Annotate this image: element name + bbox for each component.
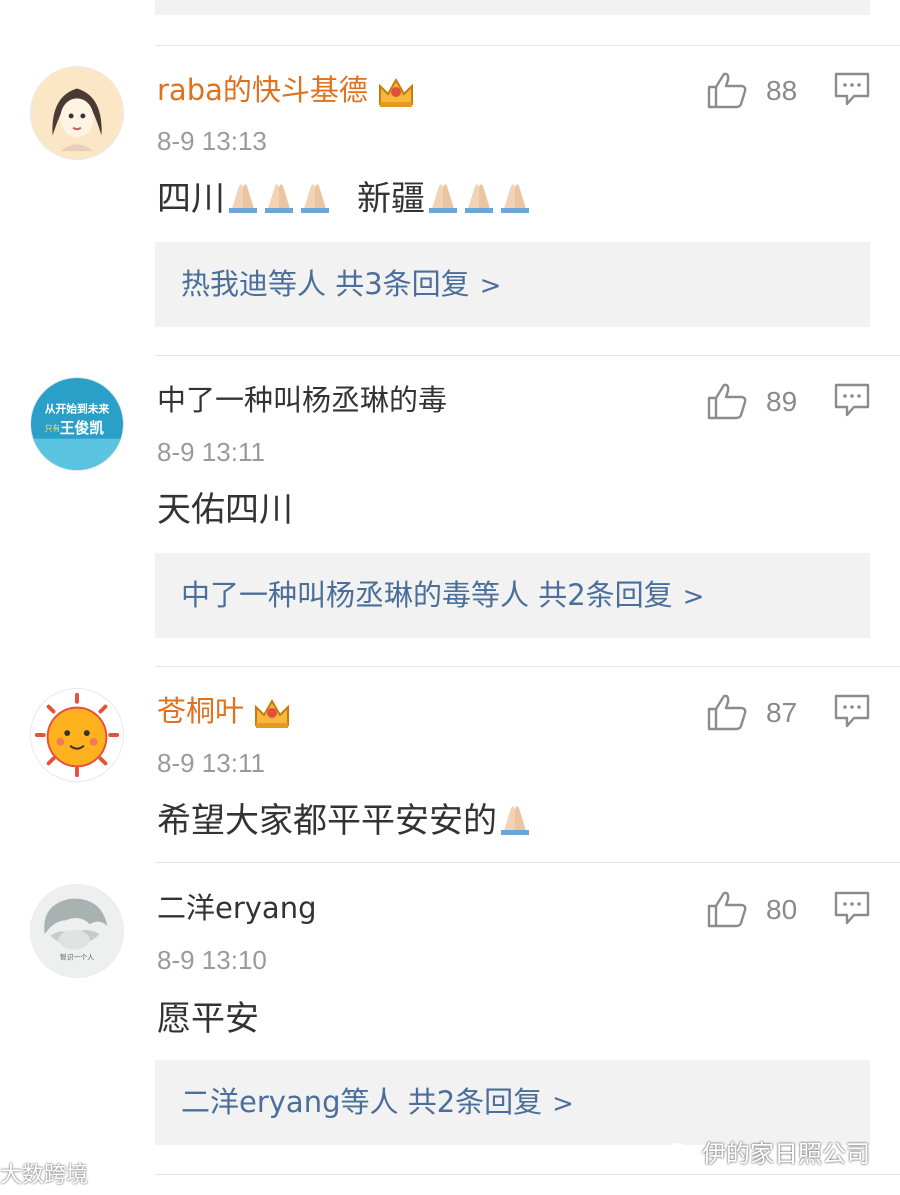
timestamp: 8-9 13:11: [157, 748, 265, 778]
comment-icon[interactable]: [834, 72, 870, 106]
username-text[interactable]: raba的快斗基德: [157, 73, 368, 107]
chevron-right-icon: >: [682, 582, 705, 612]
comment-text: 希望大家都平平安安的: [157, 798, 533, 844]
like-count: 80: [766, 894, 798, 925]
username[interactable]: 中了一种叫杨丞琳的毒: [157, 380, 447, 420]
folded-hands-icon: [461, 178, 497, 214]
avatar[interactable]: 从开始到未来 只有 王俊凯: [30, 377, 124, 471]
svg-text:王俊凯: 王俊凯: [60, 419, 104, 437]
watermark-right: 伊的家日照公司: [666, 1134, 870, 1169]
username[interactable]: 二洋eryang: [157, 888, 317, 928]
comment-icon[interactable]: [834, 383, 870, 417]
comment-icon[interactable]: [834, 891, 870, 925]
avatar[interactable]: 智识一个人: [30, 884, 124, 978]
folded-hands-icon: [497, 800, 533, 836]
divider: [155, 666, 900, 667]
avatar[interactable]: [30, 688, 124, 782]
replies-summary[interactable]: 二洋eryang等人 共2条回复: [181, 1085, 542, 1119]
svg-text:只有: 只有: [45, 423, 61, 433]
chevron-right-icon: >: [479, 271, 502, 301]
wechat-icon: [666, 1143, 695, 1165]
comment-text: 天佑四川: [157, 490, 293, 530]
chevron-right-icon: >: [552, 1089, 574, 1119]
like-count: 87: [766, 697, 798, 728]
username[interactable]: 苍桐叶: [157, 691, 292, 731]
folded-hands-icon: [425, 178, 461, 214]
content-part: 四川: [157, 179, 225, 219]
username-text[interactable]: 二洋eryang: [157, 891, 317, 925]
previous-reply-box[interactable]: [155, 0, 870, 15]
username-text[interactable]: 苍桐叶: [157, 694, 244, 728]
divider: [155, 45, 900, 46]
crown-icon: [376, 74, 416, 110]
timestamp: 8-9 13:11: [157, 437, 265, 467]
replies-link[interactable]: 热我迪等人 共3条回复 >: [155, 242, 870, 327]
username-text[interactable]: 中了一种叫杨丞琳的毒: [157, 383, 447, 417]
watermark-left: 大数跨境: [0, 1163, 89, 1188]
replies-link[interactable]: 二洋eryang等人 共2条回复 >: [155, 1060, 870, 1145]
replies-summary[interactable]: 热我迪等人 共3条回复: [181, 267, 470, 301]
content-part: 新疆: [357, 179, 425, 219]
thumbs-up-icon[interactable]: [706, 71, 748, 109]
username[interactable]: raba的快斗基德: [157, 70, 416, 110]
thumbs-up-icon[interactable]: [706, 890, 748, 928]
thumbs-up-icon[interactable]: [706, 693, 748, 731]
replies-link[interactable]: 中了一种叫杨丞琳的毒等人 共2条回复 >: [155, 553, 870, 638]
folded-hands-icon: [297, 178, 333, 214]
like-count: 89: [766, 386, 798, 417]
comment-text: 愿平安: [157, 999, 259, 1039]
comment-icon[interactable]: [834, 694, 870, 728]
folded-hands-icon: [261, 178, 297, 214]
timestamp: 8-9 13:10: [157, 945, 267, 975]
divider: [155, 862, 900, 863]
replies-summary[interactable]: 中了一种叫杨丞琳的毒等人 共2条回复: [181, 578, 673, 612]
folded-hands-icon: [225, 178, 261, 214]
watermark-text: 伊的家日照公司: [702, 1140, 870, 1168]
avatar[interactable]: [30, 66, 124, 160]
svg-text:从开始到未来: 从开始到未来: [45, 402, 110, 415]
svg-text:智识一个人: 智识一个人: [60, 952, 94, 961]
timestamp: 8-9 13:13: [157, 126, 267, 156]
thumbs-up-icon[interactable]: [706, 382, 748, 420]
divider: [155, 1174, 900, 1175]
divider: [155, 355, 900, 356]
content-part: 希望大家都平平安安的: [157, 801, 497, 841]
crown-icon: [252, 695, 292, 731]
like-count: 88: [766, 75, 798, 106]
comment-text: 四川 新疆: [157, 176, 533, 222]
folded-hands-icon: [497, 178, 533, 214]
